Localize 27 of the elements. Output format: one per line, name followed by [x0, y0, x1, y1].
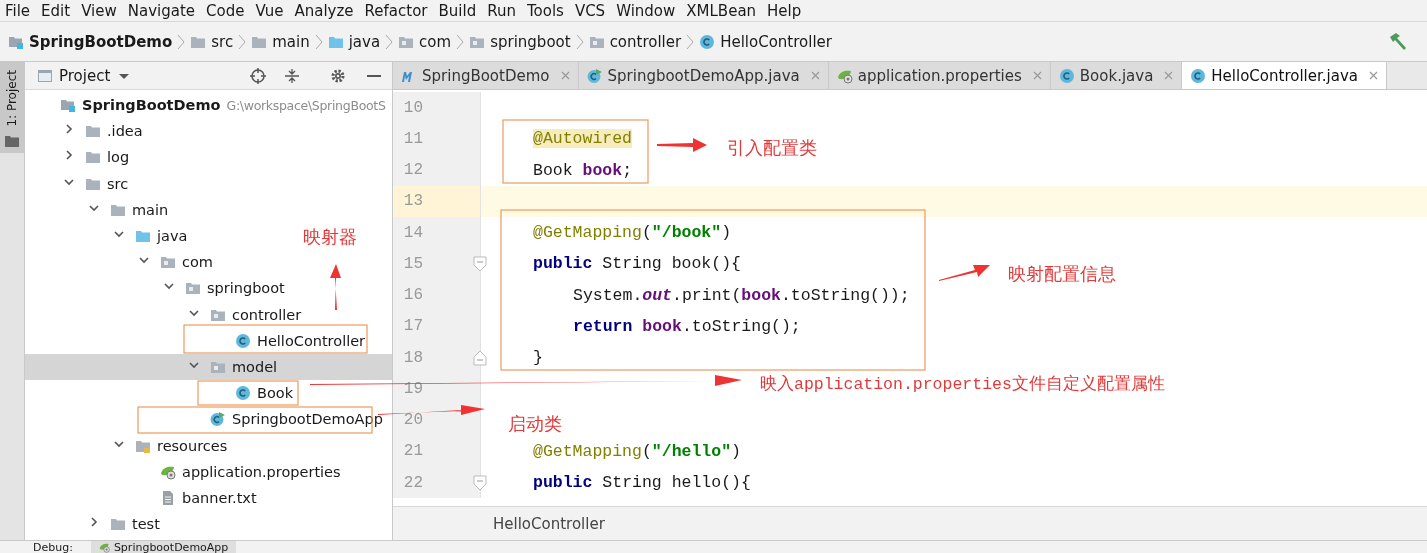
code-line: @GetMapping("/book") [533, 223, 732, 243]
line-number: 11 [402, 129, 423, 148]
line-number: 19 [402, 379, 423, 398]
line-number: 12 [402, 161, 423, 180]
line-number: 20 [402, 411, 423, 430]
debug-label: Debug: [33, 541, 73, 553]
line-number: 15 [402, 254, 423, 273]
code-line: Book book; [533, 160, 633, 180]
line-number: 13 [402, 192, 423, 211]
line-number: 17 [402, 317, 423, 336]
annotation-label: 映射配置信息 [1008, 265, 1116, 283]
line-number: 16 [402, 286, 423, 305]
annotation-label: 启动类 [508, 415, 562, 433]
code-line: } [533, 348, 543, 368]
annotation-label: 引入配置类 [727, 139, 817, 157]
line-number: 22 [402, 473, 423, 492]
line-number: 10 [402, 98, 423, 117]
annotation-label: 映射器 [303, 228, 357, 246]
line-number: 21 [402, 442, 423, 461]
line-number: 18 [402, 348, 423, 367]
line-number: 14 [402, 223, 423, 242]
path-hint: G:\workspace\SpringBootS [226, 97, 386, 113]
code-line: return book.toString(); [573, 316, 801, 336]
code-line: @GetMapping("/hello") [533, 441, 741, 461]
code-line: public String book(){ [533, 254, 741, 274]
code-line: public String hello(){ [533, 473, 751, 493]
code-line: System.out.print(book.toString()); [573, 285, 910, 305]
